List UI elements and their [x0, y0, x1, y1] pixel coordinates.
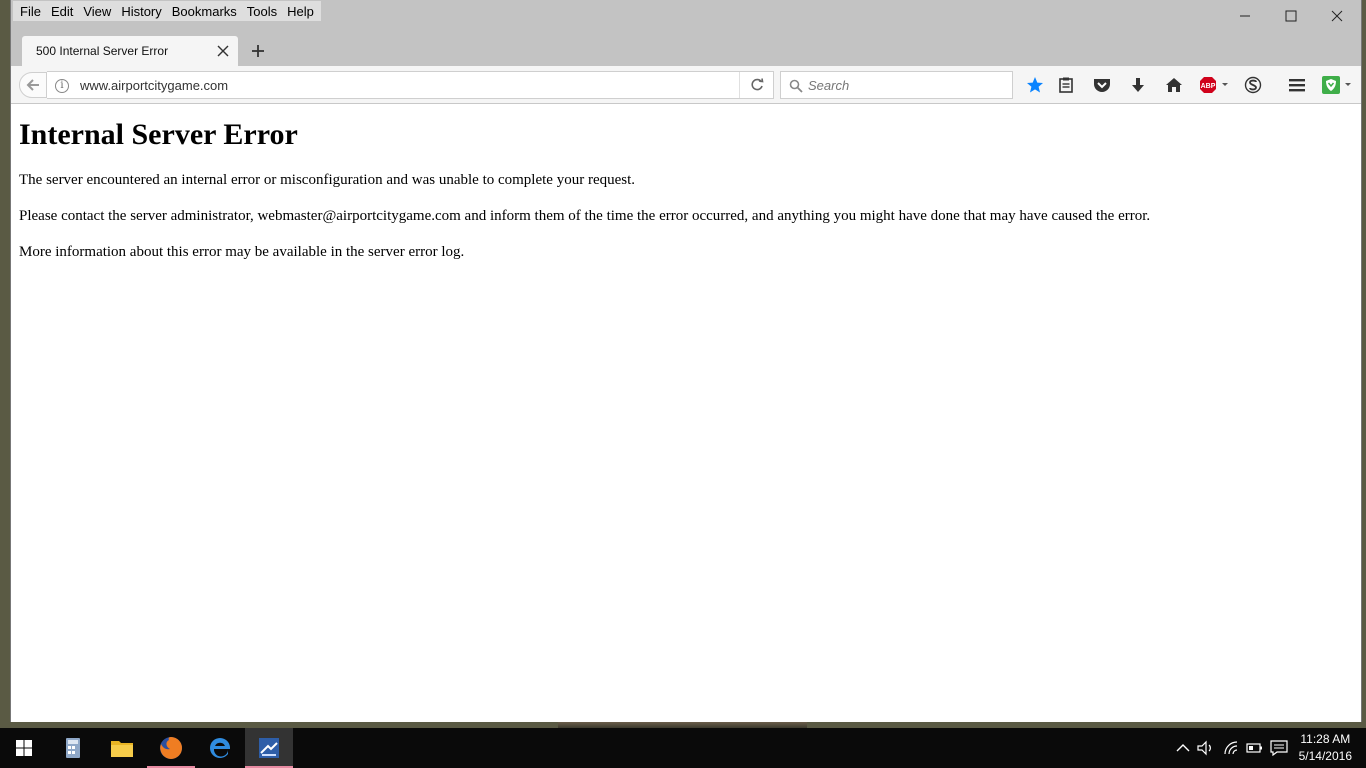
s-extension-icon — [1244, 76, 1262, 94]
taskbar-firefox[interactable] — [147, 728, 195, 768]
url-bar[interactable]: i www.airportcitygame.com — [47, 71, 774, 99]
search-input[interactable]: Search — [808, 78, 849, 93]
contact-paragraph: Please contact the server administrator,… — [19, 208, 1151, 224]
menu-bar: File Edit View History Bookmarks Tools H… — [13, 1, 321, 21]
open-menu-button[interactable] — [1286, 74, 1308, 96]
close-window-button[interactable] — [1314, 0, 1360, 32]
minimize-button[interactable] — [1222, 0, 1268, 32]
minimize-icon — [1240, 15, 1250, 17]
taskbar-calculator[interactable] — [49, 728, 97, 768]
chevron-up-icon — [1176, 744, 1190, 752]
pocket-button[interactable] — [1091, 74, 1113, 96]
shield-extension-button[interactable] — [1320, 74, 1354, 96]
extension-shield-icon — [1322, 76, 1351, 94]
title-bar: File Edit View History Bookmarks Tools H… — [11, 0, 1361, 66]
folder-icon — [111, 741, 133, 757]
firefox-icon — [160, 737, 182, 759]
clock-time: 11:28 AM — [1300, 732, 1351, 746]
svg-text:ABP: ABP — [1201, 83, 1216, 90]
adblock-icon: ABP — [1200, 77, 1228, 93]
downloads-button[interactable] — [1127, 74, 1149, 96]
adblock-button[interactable]: ABP — [1198, 74, 1232, 96]
close-icon — [217, 45, 229, 57]
navigation-toolbar: i www.airportcitygame.com Search ABP — [11, 66, 1361, 104]
taskbar-edge[interactable] — [196, 728, 244, 768]
browser-window: File Edit View History Bookmarks Tools H… — [10, 0, 1362, 722]
clock-date: 5/14/2016 — [1298, 749, 1352, 763]
back-button[interactable] — [19, 72, 47, 98]
wifi-icon — [1224, 741, 1238, 755]
home-button[interactable] — [1163, 74, 1185, 96]
plus-icon — [252, 45, 264, 57]
volume-icon — [1197, 740, 1211, 756]
site-info-icon[interactable]: i — [55, 79, 69, 93]
search-bar[interactable]: Search — [780, 71, 1013, 99]
page-content: Internal Server Error The server encount… — [11, 104, 1361, 722]
tab-active[interactable]: 500 Internal Server Error — [22, 36, 238, 66]
taskbar-file-explorer[interactable] — [98, 728, 146, 768]
start-button[interactable] — [0, 728, 48, 768]
menu-help[interactable]: Help — [282, 1, 319, 21]
desktop: File Edit View History Bookmarks Tools H… — [0, 0, 1366, 768]
menu-tools[interactable]: Tools — [242, 1, 282, 21]
reading-list-button[interactable] — [1055, 74, 1077, 96]
menu-history[interactable]: History — [116, 1, 166, 21]
tab-close-button[interactable] — [216, 44, 230, 58]
url-text[interactable]: www.airportcitygame.com — [80, 78, 228, 93]
reading-list-icon — [1059, 77, 1073, 93]
menu-view[interactable]: View — [78, 1, 116, 21]
taskbar: 11:28 AM 5/14/2016 — [0, 728, 1366, 768]
windows-start-icon — [16, 740, 32, 756]
tray-action-center[interactable] — [1270, 738, 1288, 758]
pocket-icon — [1094, 79, 1110, 92]
menu-edit[interactable]: Edit — [46, 1, 78, 21]
log-paragraph: More information about this error may be… — [19, 244, 465, 260]
reload-button[interactable] — [739, 72, 773, 98]
menu-bookmarks[interactable]: Bookmarks — [167, 1, 242, 21]
bookmark-star-button[interactable] — [1024, 74, 1046, 96]
tray-battery[interactable] — [1246, 738, 1264, 758]
maximize-icon — [1285, 10, 1297, 22]
notification-icon — [1270, 740, 1288, 756]
download-icon — [1132, 78, 1144, 92]
system-clock[interactable]: 11:28 AM 5/14/2016 — [1299, 731, 1352, 765]
hamburger-menu-icon — [1289, 79, 1305, 92]
tab-title: 500 Internal Server Error — [36, 44, 169, 58]
tray-volume[interactable] — [1197, 738, 1215, 758]
calculator-icon — [66, 738, 80, 758]
tray-network[interactable] — [1223, 738, 1241, 758]
bookmark-star-icon — [1027, 77, 1043, 93]
menu-file[interactable]: File — [15, 1, 46, 21]
error-paragraph: The server encountered an internal error… — [19, 172, 636, 188]
new-tab-button[interactable] — [247, 40, 269, 62]
reload-icon — [750, 78, 763, 91]
close-icon — [1331, 10, 1343, 22]
tray-overflow-button[interactable] — [1174, 738, 1192, 758]
back-arrow-icon — [26, 79, 39, 91]
search-icon — [789, 79, 803, 93]
home-icon — [1166, 78, 1182, 92]
taskbar-active-app[interactable] — [245, 728, 293, 768]
battery-icon — [1246, 743, 1262, 753]
edge-icon — [210, 737, 231, 758]
app-icon — [259, 738, 279, 758]
page-heading: Internal Server Error — [19, 118, 298, 151]
s-extension-button[interactable] — [1242, 74, 1264, 96]
maximize-button[interactable] — [1268, 0, 1314, 32]
